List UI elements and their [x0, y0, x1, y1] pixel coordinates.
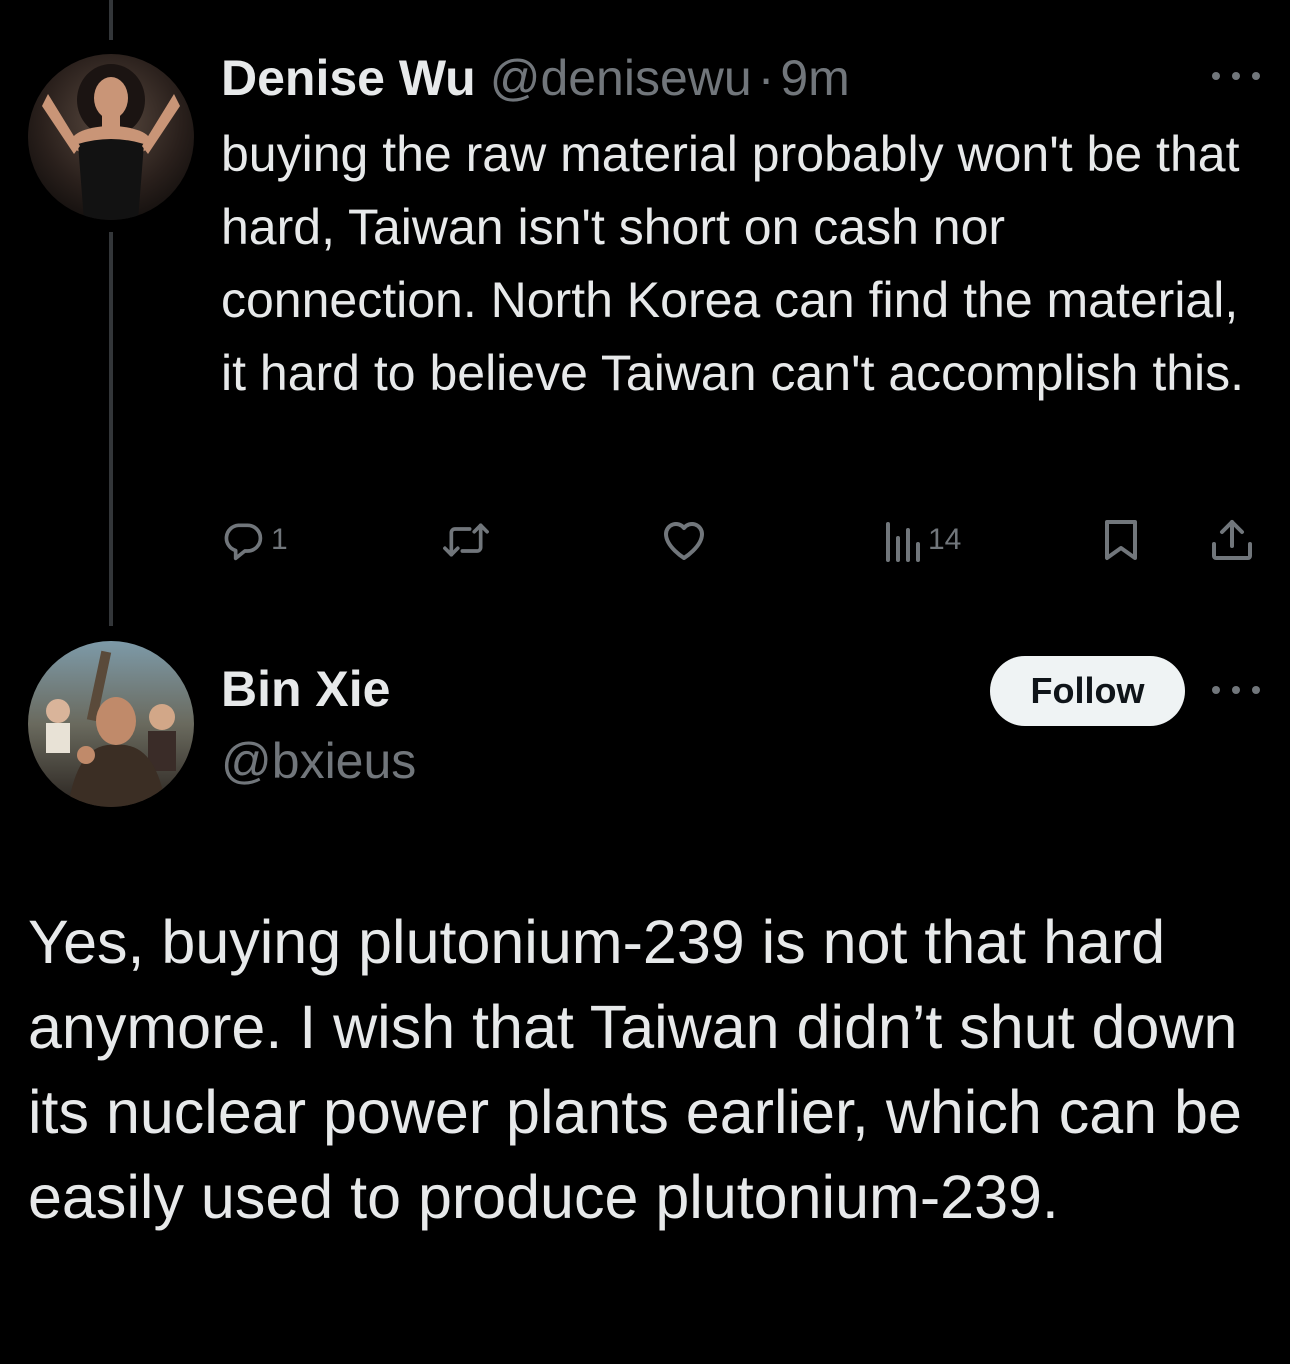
user-handle[interactable]: @bxieus [221, 732, 416, 790]
avatar-bin-xie[interactable] [28, 641, 194, 807]
follow-button[interactable]: Follow [990, 656, 1185, 726]
share-button[interactable] [1210, 510, 1254, 570]
retweet-icon [440, 518, 492, 562]
thread-line-top [109, 0, 113, 40]
tweet-text: buying the raw material probably won't b… [221, 126, 1245, 401]
tweet-header: Denise Wu @denisewu · 9m [221, 46, 850, 110]
bookmark-button[interactable] [1102, 510, 1140, 570]
views-icon [882, 518, 922, 562]
user-handle[interactable]: @denisewu [490, 49, 752, 107]
bookmark-icon [1102, 518, 1140, 562]
display-name[interactable]: Bin Xie [221, 660, 390, 718]
retweet-button[interactable] [440, 510, 492, 570]
more-icon[interactable] [1212, 678, 1260, 702]
reply-icon [221, 518, 265, 562]
timestamp[interactable]: 9m [780, 49, 849, 107]
views-count: 14 [928, 523, 962, 556]
more-icon[interactable] [1212, 64, 1260, 88]
views-button[interactable]: 14 [882, 510, 961, 570]
reply-button[interactable]: 1 [221, 510, 288, 570]
like-button[interactable] [660, 510, 708, 570]
reply-count: 1 [271, 523, 288, 556]
tweet-text: Yes, buying plutonium-239 is not that ha… [28, 908, 1242, 1231]
separator-dot: · [757, 50, 775, 106]
share-icon [1210, 518, 1254, 562]
display-name[interactable]: Denise Wu [221, 49, 476, 107]
tweet-actions: 1 14 [0, 510, 1290, 570]
heart-icon [660, 518, 708, 562]
avatar-denise-wu[interactable] [28, 54, 194, 220]
